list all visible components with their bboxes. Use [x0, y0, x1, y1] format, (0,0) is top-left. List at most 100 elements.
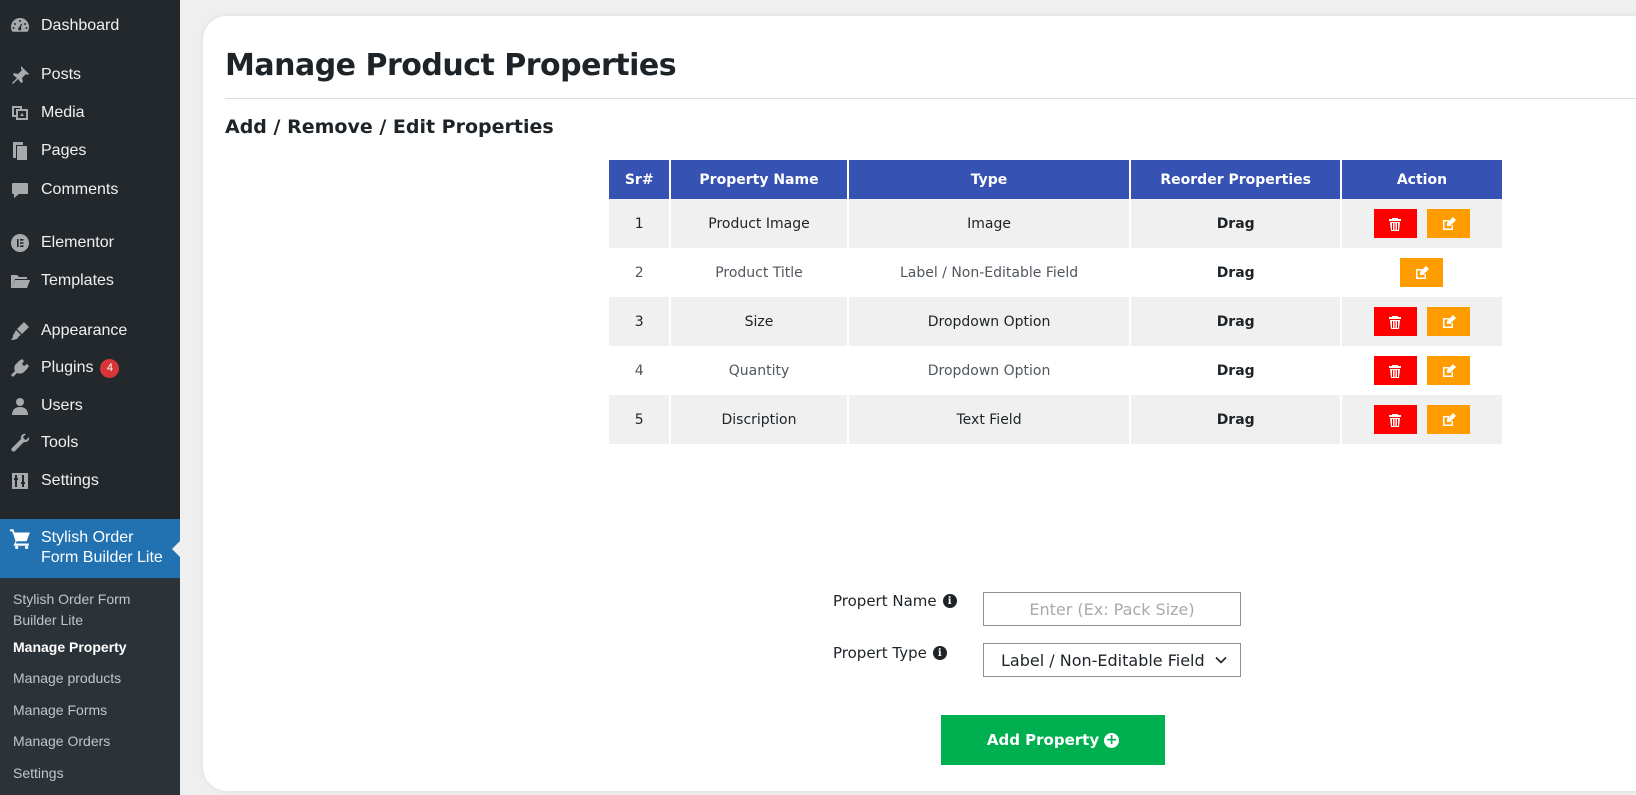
cell-actions	[1341, 199, 1502, 248]
sidebar-item-label: Dashboard	[41, 17, 120, 34]
trash-icon	[1389, 315, 1402, 329]
sidebar-item-users[interactable]: Users	[0, 391, 180, 421]
brush-icon	[9, 320, 31, 342]
sidebar-item-comments[interactable]: Comments	[0, 175, 180, 205]
section-title: Add / Remove / Edit Properties	[225, 116, 554, 138]
wrench-icon	[9, 432, 31, 454]
trash-icon	[1389, 217, 1402, 231]
pin-icon	[9, 64, 31, 86]
submenu-item-settings[interactable]: Settings	[13, 763, 64, 784]
edit-icon	[1442, 314, 1456, 328]
cell-type: Text Field	[848, 395, 1130, 444]
property-name-label-text: Propert Name	[833, 592, 937, 610]
folder-icon	[9, 270, 31, 292]
add-property-button-label: Add Property	[986, 731, 1100, 749]
cell-property-name: Product Title	[671, 248, 847, 297]
cell-actions	[1341, 297, 1502, 346]
sidebar-item-dashboard[interactable]: Dashboard	[0, 11, 180, 41]
sidebar-item-label: Comments	[41, 181, 119, 198]
column-header-property-name: Property Name	[671, 160, 847, 199]
submenu-item-stylish-order-form[interactable]: Stylish Order Form Builder Lite	[13, 589, 163, 631]
drag-handle[interactable]: Drag	[1131, 346, 1340, 395]
delete-button[interactable]	[1373, 307, 1417, 336]
sidebar-item-tools[interactable]: Tools	[0, 428, 180, 458]
sidebar-item-settings[interactable]: Settings	[0, 466, 180, 496]
submenu-item-manage-forms[interactable]: Manage Forms	[13, 700, 107, 721]
cell-type: Label / Non-Editable Field	[848, 248, 1130, 297]
edit-icon	[1415, 265, 1429, 279]
sidebar-item-stylish-order-form[interactable]: Stylish Order Form Builder Lite	[0, 519, 180, 578]
drag-handle[interactable]: Drag	[1131, 199, 1340, 248]
cell-actions	[1341, 346, 1502, 395]
sidebar-item-label: Media	[41, 104, 85, 121]
column-header-action: Action	[1341, 160, 1502, 199]
edit-button[interactable]	[1427, 356, 1471, 385]
column-header-reorder: Reorder Properties	[1131, 160, 1340, 199]
user-icon	[9, 395, 31, 417]
submenu-item-manage-products[interactable]: Manage products	[13, 668, 121, 689]
chevron-down-icon	[1215, 656, 1227, 664]
cell-property-name: Discription	[671, 395, 847, 444]
edit-button[interactable]	[1400, 258, 1444, 287]
cart-icon	[9, 527, 31, 549]
table-row: 1 Product Image Image Drag	[609, 199, 1502, 248]
info-icon[interactable]: i	[942, 594, 957, 608]
sidebar-item-pages[interactable]: Pages	[0, 136, 180, 166]
edit-icon	[1442, 363, 1456, 377]
property-type-selected-value: Label / Non-Editable Field	[1001, 650, 1205, 670]
elementor-icon	[9, 232, 31, 254]
property-type-label-text: Propert Type	[833, 644, 927, 662]
drag-handle[interactable]: Drag	[1131, 395, 1340, 444]
sidebar-item-posts[interactable]: Posts	[0, 60, 180, 90]
submenu-item-manage-property[interactable]: Manage Property	[13, 637, 127, 658]
submenu-item-manage-orders[interactable]: Manage Orders	[13, 731, 110, 752]
cell-sr: 5	[609, 395, 670, 444]
trash-icon	[1389, 413, 1402, 427]
edit-button[interactable]	[1427, 307, 1471, 336]
admin-sidebar: Dashboard Posts Media Pages Comments Ele…	[0, 0, 180, 795]
sidebar-item-media[interactable]: Media	[0, 98, 180, 128]
table-row: 2 Product Title Label / Non-Editable Fie…	[609, 248, 1502, 297]
delete-button[interactable]	[1373, 405, 1417, 434]
cell-type: Image	[848, 199, 1130, 248]
plugin-submenu: Stylish Order Form Builder Lite Manage P…	[0, 578, 180, 795]
cell-sr: 2	[609, 248, 670, 297]
sidebar-item-label: Settings	[41, 472, 99, 489]
sidebar-item-label: Appearance	[41, 322, 128, 339]
sidebar-item-label: Users	[41, 397, 83, 414]
title-divider	[225, 98, 1636, 99]
plugin-icon	[9, 357, 31, 379]
drag-handle[interactable]: Drag	[1131, 297, 1340, 346]
table-row: 3 Size Dropdown Option Drag	[609, 297, 1502, 346]
sidebar-item-appearance[interactable]: Appearance	[0, 316, 180, 346]
comment-icon	[9, 179, 31, 201]
delete-button[interactable]	[1373, 356, 1417, 385]
property-name-input[interactable]	[983, 592, 1241, 626]
sidebar-item-templates[interactable]: Templates	[0, 266, 180, 296]
pages-icon	[9, 140, 31, 162]
edit-button[interactable]	[1427, 405, 1471, 434]
info-icon[interactable]: i	[932, 646, 947, 660]
active-indicator-arrow	[172, 541, 180, 557]
cell-type: Dropdown Option	[848, 346, 1130, 395]
sidebar-item-plugins[interactable]: Plugins 4	[0, 353, 180, 383]
sidebar-item-label: Elementor	[41, 234, 114, 251]
table-row: 5 Discription Text Field Drag	[609, 395, 1502, 444]
sidebar-item-label: Stylish Order Form Builder Lite	[41, 529, 163, 566]
drag-handle[interactable]: Drag	[1131, 248, 1340, 297]
edit-icon	[1442, 216, 1456, 230]
delete-button[interactable]	[1373, 209, 1417, 238]
property-type-select[interactable]: Label / Non-Editable Field	[983, 643, 1241, 677]
sidebar-item-elementor[interactable]: Elementor	[0, 228, 180, 258]
cell-sr: 4	[609, 346, 670, 395]
edit-button[interactable]	[1427, 209, 1471, 238]
page-title: Manage Product Properties	[225, 48, 677, 83]
sidebar-item-label: Posts	[41, 66, 82, 83]
edit-icon	[1442, 412, 1456, 426]
update-count-badge: 4	[100, 358, 120, 378]
column-header-sr: Sr#	[609, 160, 670, 199]
cell-property-name: Quantity	[671, 346, 847, 395]
trash-icon	[1389, 364, 1402, 378]
add-property-button[interactable]: Add Property +	[941, 715, 1165, 765]
property-type-label: Propert Type i	[833, 644, 947, 662]
